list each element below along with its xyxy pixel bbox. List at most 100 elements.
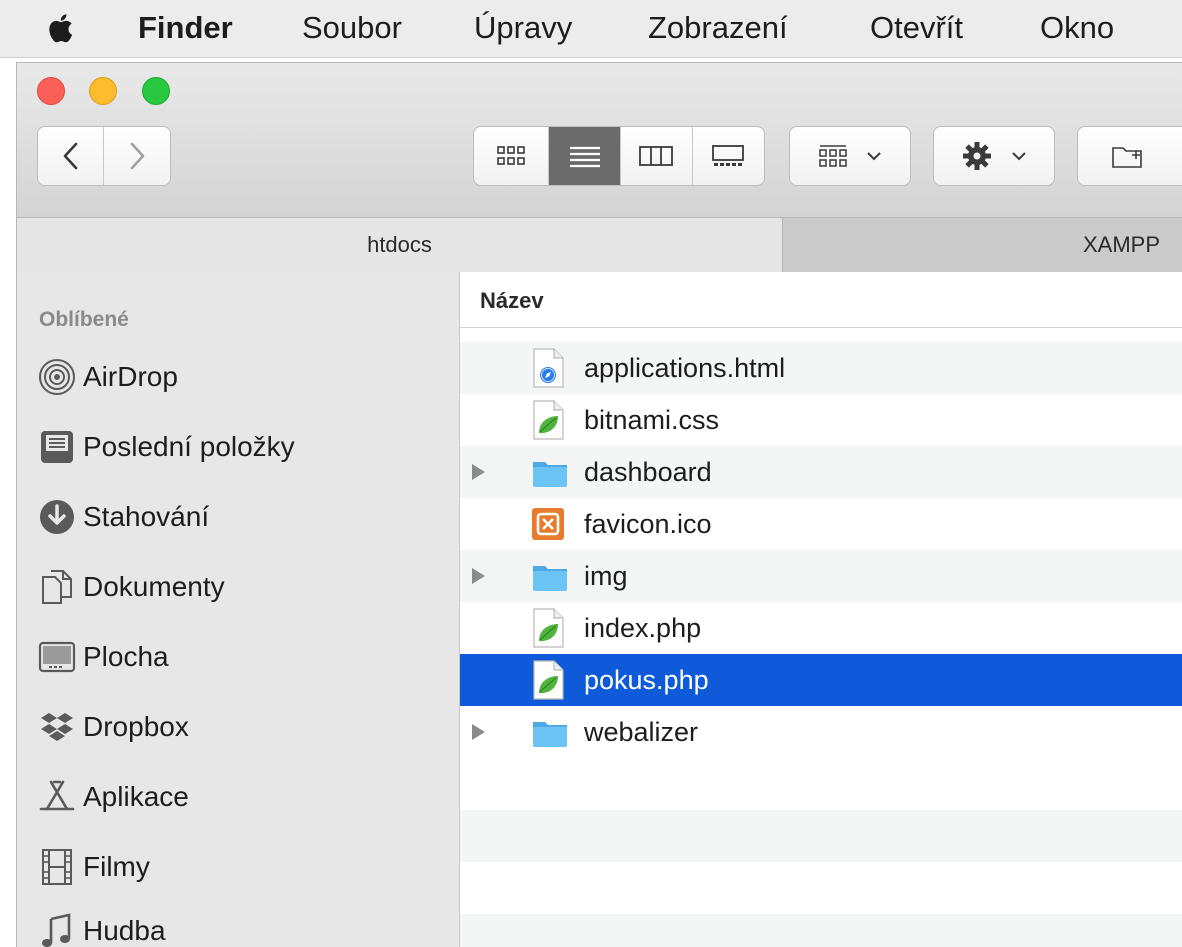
close-window-button[interactable]	[37, 77, 65, 105]
sidebar-item-dropbox[interactable]: Dropbox	[37, 702, 189, 752]
finder-window: htdocs XAMPP Oblíbené AirDrop Poslední p…	[16, 62, 1182, 947]
xampp-icon	[532, 508, 564, 540]
zoom-window-button[interactable]	[142, 77, 170, 105]
sidebar-item-documents[interactable]: Dokumenty	[37, 562, 225, 612]
new-folder-button[interactable]	[1077, 126, 1182, 186]
folder-icon	[533, 566, 567, 591]
menu-otevrit[interactable]: Otevřít	[870, 10, 963, 46]
navigation-group	[37, 126, 171, 186]
file-row-pokus-php[interactable]: pokus.php	[460, 654, 1182, 706]
sidebar-item-label: Dropbox	[83, 711, 189, 742]
menu-finder[interactable]: Finder	[138, 10, 233, 46]
file-name: webalizer	[584, 716, 699, 747]
movies-icon	[42, 849, 72, 885]
window-toolbar	[17, 63, 1182, 218]
tab-htdocs[interactable]: htdocs	[17, 218, 783, 272]
sidebar-item-downloads[interactable]: Stahování	[37, 492, 209, 542]
file-row-bitnami-css[interactable]: bitnami.css	[460, 394, 1182, 446]
apple-logo-icon[interactable]	[44, 10, 80, 46]
view-mode-group	[473, 126, 765, 186]
file-row-favicon-ico[interactable]: favicon.ico	[460, 498, 1182, 550]
html-file-icon	[533, 348, 564, 388]
disclosure-triangle-icon[interactable]	[472, 568, 485, 584]
sidebar-item-movies[interactable]: Filmy	[37, 842, 150, 892]
group-by-content	[790, 127, 910, 185]
sidebar-item-label: Dokumenty	[83, 571, 225, 602]
file-name: bitnami.css	[584, 404, 720, 435]
folder-icon	[533, 462, 567, 487]
column-view-button[interactable]	[621, 127, 693, 185]
tab-bar: htdocs XAMPP	[17, 218, 1182, 272]
group-grid-icon	[819, 145, 847, 167]
sidebar-item-airdrop[interactable]: AirDrop	[37, 352, 178, 402]
icon-view-button[interactable]	[474, 127, 550, 185]
file-row-img[interactable]: img	[460, 550, 1182, 602]
file-list: Název applications.html bitnami.css dash…	[460, 272, 1182, 947]
menu-bar: Finder Soubor Úpravy Zobrazení Otevřít O…	[0, 0, 1182, 58]
file-name: pokus.php	[584, 664, 709, 695]
sidebar-item-label: Filmy	[83, 851, 150, 882]
menu-zobrazeni[interactable]: Zobrazení	[648, 10, 788, 46]
dropbox-icon	[41, 713, 73, 741]
file-row-webalizer[interactable]: webalizer	[460, 706, 1182, 758]
column-header-name[interactable]: Název	[460, 272, 1182, 328]
disclosure-triangle-icon[interactable]	[472, 464, 485, 480]
sidebar-item-label: AirDrop	[83, 361, 178, 392]
forward-button[interactable]	[104, 127, 170, 185]
gallery-view-button[interactable]	[693, 127, 764, 185]
sidebar-item-label: Plocha	[83, 641, 169, 672]
chevron-left-icon	[63, 142, 77, 170]
menu-soubor[interactable]: Soubor	[302, 10, 402, 46]
action-button[interactable]	[933, 126, 1055, 186]
file-row-index-php[interactable]: index.php	[460, 602, 1182, 654]
downloads-icon	[40, 500, 74, 534]
airdrop-icon	[39, 359, 75, 395]
file-name: img	[584, 560, 628, 591]
chevron-right-icon	[130, 142, 145, 170]
minimize-window-button[interactable]	[89, 77, 117, 105]
documents-icon	[42, 570, 72, 604]
sidebar-item-desktop[interactable]: Plocha	[37, 632, 169, 682]
list-view-icon	[569, 146, 600, 168]
sidebar-item-recents[interactable]: Poslední položky	[37, 422, 295, 472]
sidebar-item-music[interactable]: Hudba	[37, 906, 166, 947]
new-folder-icon	[1112, 147, 1142, 168]
file-name: dashboard	[584, 456, 712, 487]
disclosure-triangle-icon[interactable]	[472, 724, 485, 740]
leaf-file-icon	[533, 660, 564, 700]
empty-row	[460, 810, 1182, 862]
gear-icon	[963, 142, 991, 170]
new-folder-content	[1078, 127, 1178, 185]
menu-okno[interactable]: Okno	[1040, 10, 1114, 46]
leaf-file-icon	[533, 608, 564, 648]
sidebar-item-label: Hudba	[83, 915, 166, 946]
column-view-icon	[639, 146, 674, 166]
column-header-label: Název	[480, 288, 544, 313]
gallery-view-icon	[712, 145, 745, 166]
action-content	[934, 127, 1054, 185]
list-view-button[interactable]	[549, 127, 621, 185]
file-row-applications-html[interactable]: applications.html	[460, 342, 1182, 394]
file-row-dashboard[interactable]: dashboard	[460, 446, 1182, 498]
chevron-down-icon	[867, 152, 881, 161]
music-note-icon	[42, 913, 71, 947]
icon-view-icon	[497, 146, 526, 165]
file-name: favicon.ico	[584, 508, 712, 539]
leaf-file-icon	[533, 400, 564, 440]
sidebar: Oblíbené AirDrop Poslední položky Stahov…	[17, 272, 460, 947]
folder-icon	[533, 722, 567, 747]
empty-row	[460, 914, 1182, 947]
sidebar-item-label: Stahování	[83, 501, 210, 532]
chevron-down-icon	[1012, 152, 1026, 161]
sidebar-item-label: Aplikace	[83, 781, 189, 812]
file-name: applications.html	[584, 352, 786, 383]
sidebar-heading-favorites: Oblíbené	[39, 308, 129, 331]
desktop-icon	[38, 641, 76, 673]
sidebar-item-label: Poslední položky	[83, 431, 295, 462]
tab-xampp[interactable]: XAMPP	[783, 218, 1182, 272]
menu-upravy[interactable]: Úpravy	[474, 10, 572, 46]
back-button[interactable]	[38, 127, 104, 185]
applications-icon	[39, 780, 75, 811]
sidebar-item-applications[interactable]: Aplikace	[37, 772, 189, 822]
group-by-button[interactable]	[789, 126, 911, 186]
